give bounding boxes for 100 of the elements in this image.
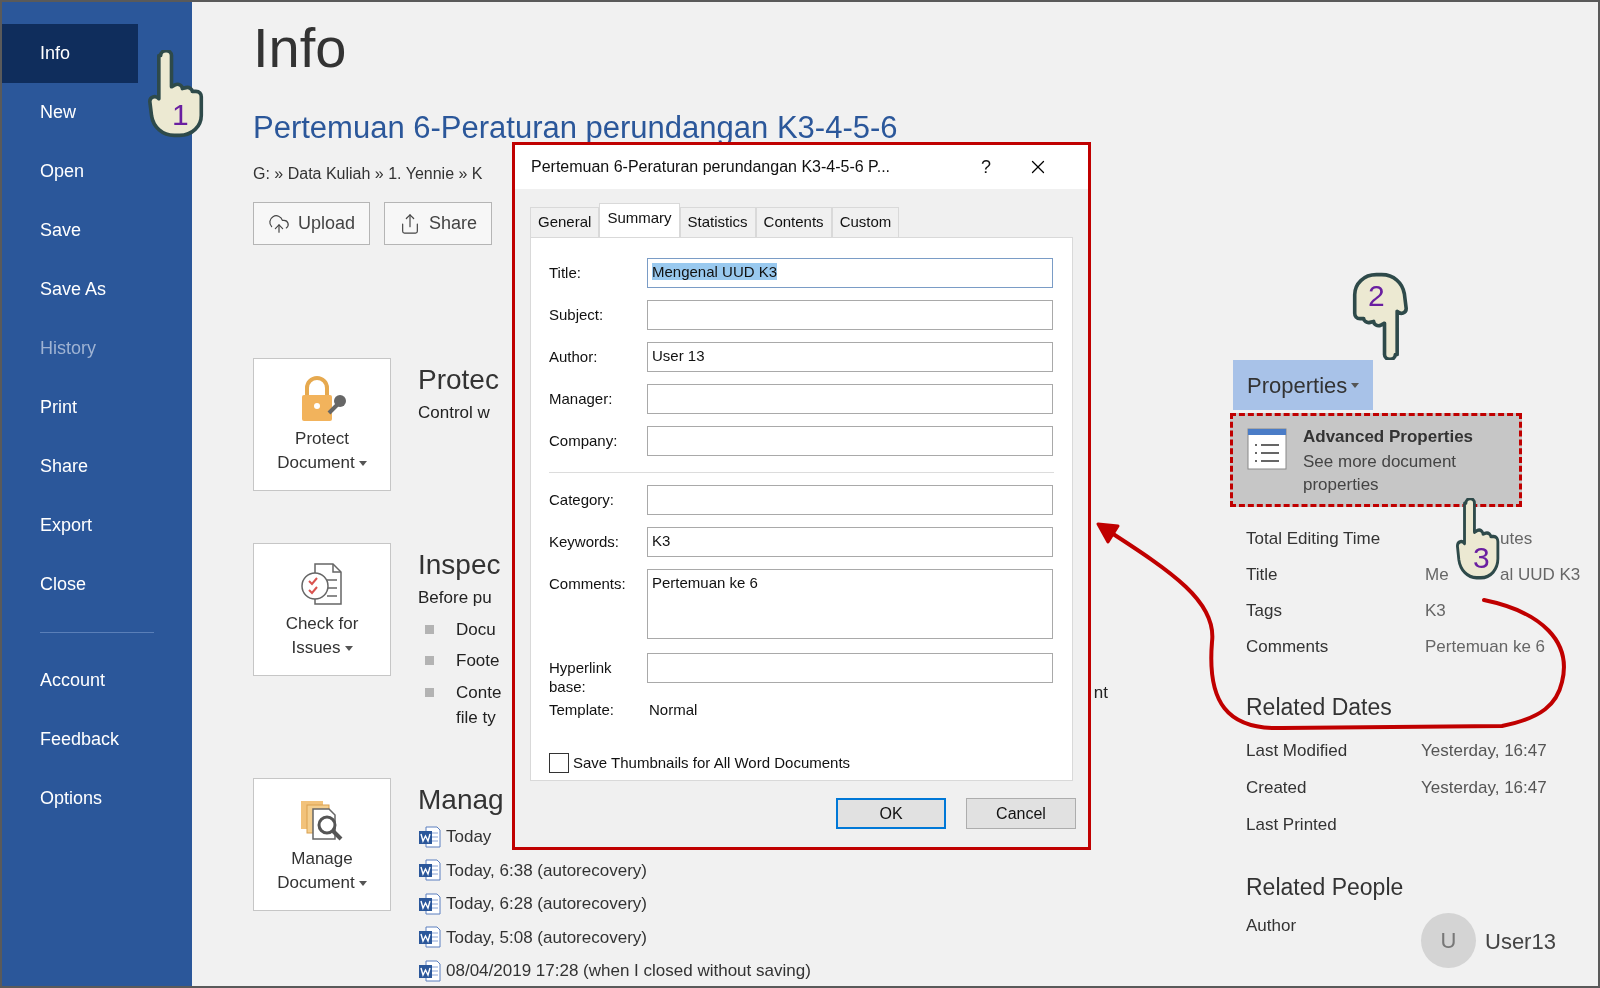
bullet-text: Docu bbox=[456, 618, 496, 641]
field-label: Keywords: bbox=[549, 532, 621, 551]
field-label: Hyperlink base: bbox=[549, 658, 613, 696]
tile-button[interactable]: Check for Issues bbox=[253, 543, 391, 676]
sidebar-item[interactable]: Account bbox=[2, 651, 138, 710]
checkbox-label: Save Thumbnails for All Word Documents bbox=[573, 752, 851, 773]
section-heading: Inspec bbox=[418, 548, 501, 582]
sidebar-item[interactable]: Options bbox=[2, 769, 138, 828]
property-label: Last Printed bbox=[1246, 814, 1338, 837]
section-heading: Related Dates bbox=[1246, 693, 1392, 721]
document-title: Pertemuan 6-Peraturan perundangan K3-4-5-6 bbox=[253, 112, 898, 144]
property-label: Tags bbox=[1246, 599, 1283, 622]
field-label: Company: bbox=[549, 431, 619, 450]
sidebar-item[interactable]: Info bbox=[2, 24, 138, 83]
version-link[interactable]: Today, 6:28 (autorecovery) bbox=[446, 891, 647, 917]
property-label: Last Modified bbox=[1246, 740, 1349, 763]
bullet-text: nt bbox=[1093, 681, 1108, 704]
pointing-hand-icon bbox=[148, 50, 204, 140]
text-field[interactable]: K3 bbox=[647, 527, 1053, 557]
pointing-hand-icon bbox=[1352, 270, 1408, 360]
field-label: Template: bbox=[549, 700, 616, 720]
bullet-icon bbox=[425, 687, 434, 697]
text-field[interactable]: Pertemuan ke 6 bbox=[647, 569, 1053, 639]
property-label: Created bbox=[1246, 777, 1308, 800]
word-document-icon bbox=[418, 858, 442, 883]
sidebar-item[interactable]: New bbox=[2, 83, 138, 142]
bullet-text: Foote bbox=[456, 650, 500, 672]
step-number: 3 bbox=[1473, 543, 1490, 573]
version-link[interactable]: Today, 6:38 (autorecovery) bbox=[446, 857, 647, 883]
dialog-tab[interactable]: Statistics bbox=[679, 207, 756, 237]
sidebar-item[interactable]: Share bbox=[2, 437, 138, 496]
dialog-tab[interactable]: General bbox=[530, 207, 600, 237]
sidebar-item[interactable]: Close bbox=[2, 555, 138, 614]
caret-icon bbox=[1351, 382, 1360, 388]
avatar: U bbox=[1421, 912, 1476, 968]
version-link[interactable]: Today bbox=[446, 824, 492, 850]
field-label: Comments: bbox=[549, 574, 627, 593]
step-number: 2 bbox=[1368, 281, 1385, 311]
text-field[interactable] bbox=[647, 653, 1053, 683]
version-link[interactable]: 08/04/2019 17:28 (when I closed without saving) bbox=[446, 958, 811, 984]
word-document-icon bbox=[418, 925, 442, 950]
section-text: Control w bbox=[418, 402, 490, 424]
text-field[interactable] bbox=[647, 426, 1053, 456]
property-value: al UUD K3 bbox=[1500, 563, 1581, 586]
template-value: Normal bbox=[649, 700, 698, 720]
advanced-properties-item[interactable]: Advanced Properties See more document properties bbox=[1230, 413, 1522, 507]
cloud-upload-icon bbox=[268, 212, 290, 235]
section-heading: Manag bbox=[418, 783, 504, 817]
dialog-button[interactable]: Cancel bbox=[966, 798, 1076, 829]
text-field[interactable] bbox=[647, 384, 1053, 414]
word-document-icon bbox=[418, 824, 442, 849]
text-field[interactable] bbox=[647, 300, 1053, 330]
bullet-icon bbox=[425, 624, 434, 634]
property-value: K3 bbox=[1425, 599, 1446, 622]
file-path: G: » Data Kuliah » 1. Yennie » K bbox=[253, 164, 483, 184]
list-document-icon bbox=[1247, 428, 1287, 470]
caret-icon bbox=[358, 880, 367, 886]
property-value: Yesterday, 16:47 bbox=[1421, 740, 1547, 763]
property-label: Comments bbox=[1246, 635, 1330, 658]
text-field[interactable]: User 13 bbox=[647, 342, 1053, 372]
text-field[interactable] bbox=[647, 485, 1053, 515]
text-field[interactable]: Mengenal UUD K3 bbox=[647, 258, 1053, 288]
caret-icon bbox=[358, 460, 367, 466]
person-name[interactable]: User13 bbox=[1485, 924, 1556, 968]
dialog-tab[interactable]: Summary bbox=[599, 203, 680, 237]
sidebar-item[interactable]: Feedback bbox=[2, 710, 138, 769]
property-value: Yesterday, 16:47 bbox=[1421, 777, 1547, 800]
properties-button[interactable]: Properties bbox=[1233, 360, 1374, 410]
field-label: Author: bbox=[549, 347, 599, 366]
checkbox[interactable] bbox=[549, 752, 569, 773]
section-text: Before pu bbox=[418, 587, 492, 609]
property-value: Me bbox=[1425, 563, 1449, 586]
action-button[interactable]: Share bbox=[384, 202, 493, 245]
word-document-icon bbox=[418, 891, 442, 916]
sidebar-item[interactable]: Save bbox=[2, 201, 138, 260]
property-label: Total Editing Time bbox=[1246, 527, 1382, 550]
pointing-hand-icon bbox=[1456, 498, 1500, 582]
field-label: Subject: bbox=[549, 305, 605, 324]
tile-button[interactable]: Manage Document bbox=[253, 778, 391, 911]
field-label: Title: bbox=[549, 263, 582, 282]
sidebar-item[interactable]: Print bbox=[2, 378, 138, 437]
field-label: Manager: bbox=[549, 389, 614, 408]
tile-button[interactable]: Protect Document bbox=[253, 358, 391, 491]
action-button[interactable]: Upload bbox=[253, 202, 371, 245]
dialog-button[interactable]: OK bbox=[836, 798, 946, 829]
word-document-icon bbox=[418, 958, 442, 983]
page-heading: Info bbox=[253, 20, 347, 76]
menu-item-title: Advanced Properties bbox=[1303, 426, 1474, 448]
sidebar-item[interactable]: Open bbox=[2, 142, 138, 201]
menu-item-description: See more document properties bbox=[1303, 450, 1458, 496]
sidebar-item[interactable]: Export bbox=[2, 496, 138, 555]
bullet-text: Conte bbox=[456, 681, 502, 704]
property-label: Author bbox=[1246, 914, 1298, 937]
step-number: 1 bbox=[172, 100, 189, 130]
sidebar-item[interactable]: Save As bbox=[2, 260, 138, 319]
caret-icon bbox=[344, 645, 353, 651]
dialog-tab[interactable]: Custom bbox=[831, 207, 900, 237]
dialog-tab[interactable]: Contents bbox=[755, 207, 832, 237]
version-link[interactable]: Today, 5:08 (autorecovery) bbox=[446, 924, 647, 950]
help-button[interactable]: ? bbox=[971, 153, 1001, 181]
